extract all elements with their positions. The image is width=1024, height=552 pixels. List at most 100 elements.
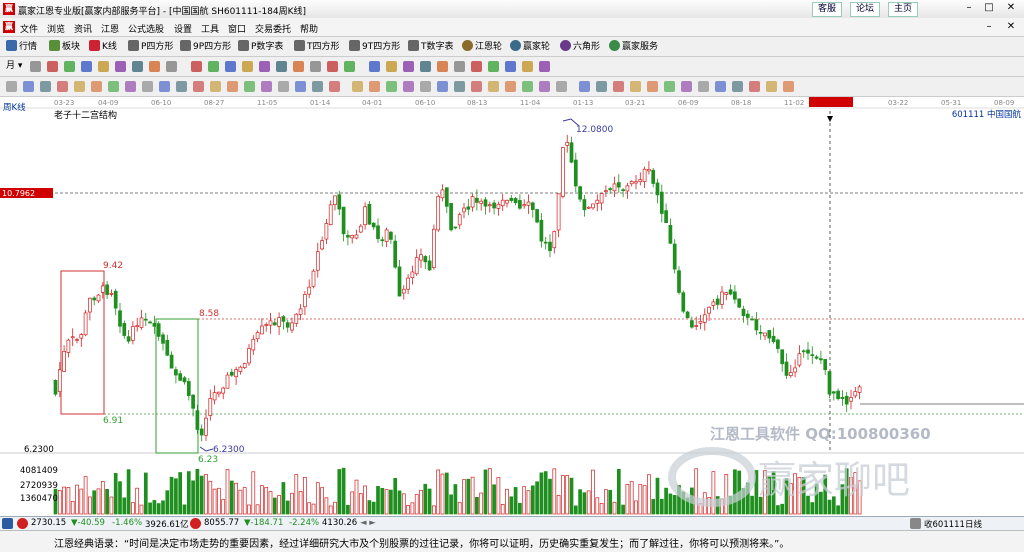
tool-icon[interactable] [310, 61, 321, 72]
drawing-tool-icon[interactable] [556, 81, 567, 92]
tool-icon[interactable] [149, 61, 160, 72]
drawing-tool-icon[interactable] [386, 81, 397, 92]
tool-icon[interactable] [369, 61, 380, 72]
menu-trade[interactable]: 交易委托 [255, 22, 291, 35]
drawing-tool-icon[interactable] [227, 81, 238, 92]
menu-help[interactable]: 帮助 [300, 22, 318, 35]
drawing-tool-icon[interactable] [715, 81, 726, 92]
drawing-tool-icon[interactable] [176, 81, 187, 92]
drawing-tool-icon[interactable] [312, 81, 323, 92]
tool-icon[interactable] [64, 61, 75, 72]
tool-icon[interactable] [539, 61, 550, 72]
drawing-tool-icon[interactable] [295, 81, 306, 92]
period-select[interactable]: 月 ▾ [6, 60, 22, 73]
drawing-tool-icon[interactable] [159, 81, 170, 92]
tool-icon[interactable] [208, 61, 219, 72]
tool-icon[interactable] [191, 61, 202, 72]
tb-gann-wheel[interactable]: 江恩轮 [462, 40, 502, 53]
drawing-tool-icon[interactable] [596, 81, 607, 92]
tool-icon[interactable] [293, 61, 304, 72]
tool-icon[interactable] [98, 61, 109, 72]
tb-quotes[interactable]: 行情 [6, 40, 37, 53]
drawing-tool-icon[interactable] [698, 81, 709, 92]
tb-winner-wheel[interactable]: 赢家轮 [510, 40, 550, 53]
tb-kline[interactable]: K线 [89, 40, 117, 53]
tb-9p-square[interactable]: 9P四方形 [180, 40, 231, 53]
kline-chart-area[interactable]: 03-23 04-09 06-10 08-27 11-05 01-14 04-01 06-10… [0, 97, 1024, 516]
drawing-tool-icon[interactable] [352, 81, 363, 92]
child-minimize-icon[interactable]: – [982, 21, 996, 33]
drawing-tool-icon[interactable] [23, 81, 34, 92]
tool-icon[interactable] [132, 61, 143, 72]
drawing-tool-icon[interactable] [471, 81, 482, 92]
tool-icon[interactable] [81, 61, 92, 72]
tool-icon[interactable] [276, 61, 287, 72]
drawing-tool-icon[interactable] [6, 81, 17, 92]
drawing-tool-icon[interactable] [454, 81, 465, 92]
tool-icon[interactable] [166, 61, 177, 72]
tool-icon[interactable] [115, 61, 126, 72]
tool-icon[interactable] [242, 61, 253, 72]
tool-icon[interactable] [386, 61, 397, 72]
drawing-tool-icon[interactable] [749, 81, 760, 92]
drawing-tool-icon[interactable] [732, 81, 743, 92]
drawing-tool-icon[interactable] [664, 81, 675, 92]
drawing-tool-icon[interactable] [437, 81, 448, 92]
menu-gann[interactable]: 江恩 [101, 22, 119, 35]
drawing-tool-icon[interactable] [40, 81, 51, 92]
drawing-tool-icon[interactable] [125, 81, 136, 92]
drawing-tool-icon[interactable] [766, 81, 777, 92]
tb-9t-square[interactable]: 9T四方形 [349, 40, 400, 53]
drawing-tool-icon[interactable] [57, 81, 68, 92]
menu-file[interactable]: 文件 [20, 22, 38, 35]
forum-link[interactable]: 论坛 [850, 2, 881, 17]
menu-formula[interactable]: 公式选股 [128, 22, 164, 35]
tb-p-square[interactable]: P四方形 [128, 40, 173, 53]
tool-icon[interactable] [259, 61, 270, 72]
drawing-tool-icon[interactable] [244, 81, 255, 92]
drawing-tool-icon[interactable] [403, 81, 414, 92]
child-close-icon[interactable]: ✕ [1004, 21, 1018, 33]
drawing-tool-icon[interactable] [420, 81, 431, 92]
tool-icon[interactable] [47, 61, 58, 72]
drawing-tool-icon[interactable] [210, 81, 221, 92]
maximize-icon[interactable]: □ [982, 2, 996, 14]
home-link[interactable]: 主页 [888, 2, 919, 17]
drawing-tool-icon[interactable] [261, 81, 272, 92]
drawing-tool-icon[interactable] [522, 81, 533, 92]
tb-t-number[interactable]: T数字表 [408, 40, 454, 53]
drawing-tool-icon[interactable] [783, 81, 794, 92]
drawing-tool-icon[interactable] [142, 81, 153, 92]
tool-icon[interactable] [225, 61, 236, 72]
tool-icon[interactable] [420, 61, 431, 72]
close-icon[interactable]: ✕ [1004, 2, 1018, 14]
drawing-tool-icon[interactable] [630, 81, 641, 92]
daily-close-label[interactable]: 收601111日线 [924, 518, 982, 530]
menu-settings[interactable]: 设置 [174, 22, 192, 35]
index-grid-icon[interactable] [2, 518, 13, 529]
menu-tools[interactable]: 工具 [201, 22, 219, 35]
tb-hexagon[interactable]: 六角形 [560, 40, 600, 53]
drawing-tool-icon[interactable] [278, 81, 289, 92]
drawing-tool-icon[interactable] [505, 81, 516, 92]
drawing-tool-icon[interactable] [74, 81, 85, 92]
drawing-tool-icon[interactable] [329, 81, 340, 92]
kefu-link[interactable]: 客服 [812, 2, 843, 17]
tool-icon[interactable] [522, 61, 533, 72]
menu-info[interactable]: 资讯 [74, 22, 92, 35]
drawing-tool-icon[interactable] [539, 81, 550, 92]
drawing-tool-icon[interactable] [681, 81, 692, 92]
drawing-tool-icon[interactable] [579, 81, 590, 92]
minimize-icon[interactable]: – [962, 2, 976, 14]
drawing-tool-icon[interactable] [91, 81, 102, 92]
menu-window[interactable]: 窗口 [228, 22, 246, 35]
tool-icon[interactable] [471, 61, 482, 72]
scroll-arrows-icon[interactable]: ◄ ► [360, 518, 376, 528]
tb-p-number[interactable]: P数字表 [238, 40, 283, 53]
drawing-tool-icon[interactable] [613, 81, 624, 92]
tb-sector[interactable]: 板块 [49, 40, 80, 53]
drawing-tool-icon[interactable] [369, 81, 380, 92]
tb-t-square[interactable]: T四方形 [294, 40, 340, 53]
tb-winner-service[interactable]: 赢家服务 [609, 40, 658, 53]
tool-icon[interactable] [344, 61, 355, 72]
